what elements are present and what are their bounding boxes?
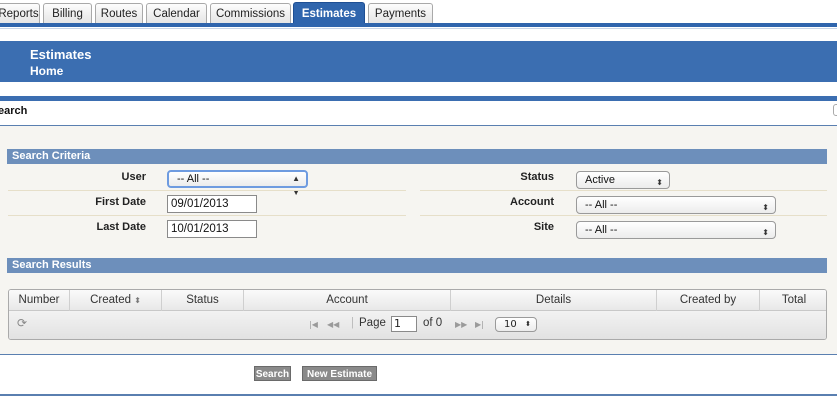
account-label: Account — [510, 196, 554, 208]
prev-page-icon[interactable]: ◀◀ — [327, 320, 339, 329]
search-results-header: Search Results — [7, 258, 827, 273]
page-size-value: 10 — [504, 319, 517, 330]
account-select[interactable]: -- All -- ⬍ — [576, 196, 776, 214]
row-divider — [420, 215, 827, 216]
account-select-value: -- All -- — [585, 199, 618, 211]
column-created-by[interactable]: Created by — [657, 290, 760, 311]
column-number[interactable]: Number — [9, 290, 70, 311]
divider — [0, 354, 837, 355]
site-select-value: -- All -- — [585, 224, 618, 236]
grid-pager: ⟳ |◀ ◀◀ | Page 1 of 0 ▶▶ ▶| 10 ⬍ — [9, 311, 826, 339]
search-criteria-header: Search Criteria — [7, 149, 827, 164]
tab-routes[interactable]: Routes — [95, 3, 143, 24]
site-select[interactable]: -- All -- ⬍ — [576, 221, 776, 239]
refresh-icon[interactable]: ⟳ — [17, 316, 27, 330]
column-created[interactable]: Created ⬍ — [70, 290, 162, 311]
updown-arrows-icon: ⬍ — [762, 228, 769, 237]
last-date-label: Last Date — [96, 221, 146, 233]
updown-arrows-icon: ⬍ — [525, 320, 531, 328]
tab-commissions[interactable]: Commissions — [210, 3, 291, 24]
page-count: of 0 — [423, 317, 443, 329]
first-date-label: First Date — [95, 196, 146, 208]
row-divider — [8, 190, 406, 191]
updown-arrows-icon: ⬍ — [656, 178, 663, 187]
row-divider — [420, 190, 827, 191]
column-total[interactable]: Total — [760, 290, 826, 311]
tab-reports[interactable]: Reports — [0, 3, 40, 24]
collapse-handle[interactable] — [833, 104, 837, 116]
status-select-value: Active — [585, 174, 615, 186]
status-select[interactable]: Active ⬍ — [576, 171, 670, 189]
column-status[interactable]: Status — [162, 290, 244, 311]
last-page-icon[interactable]: ▶| — [475, 320, 484, 329]
page-label: Page — [359, 317, 386, 329]
status-label: Status — [520, 171, 554, 183]
last-date-input[interactable]: 10/01/2013 — [167, 220, 257, 238]
header-divider — [0, 96, 837, 101]
site-label: Site — [533, 221, 554, 233]
tab-bar: Reports Billing Routes Calendar Commissi… — [0, 0, 837, 24]
first-page-icon[interactable]: |◀ — [309, 320, 318, 329]
results-grid: Number Created ⬍ Status Account Details … — [8, 289, 827, 340]
tab-payments[interactable]: Payments — [368, 3, 433, 24]
footer-divider — [0, 394, 837, 396]
pager-separator: | — [351, 317, 354, 329]
tab-estimates[interactable]: Estimates — [293, 2, 365, 24]
user-label: User — [121, 171, 146, 183]
column-account[interactable]: Account — [244, 290, 451, 311]
tab-calendar[interactable]: Calendar — [146, 3, 207, 24]
column-created-label: Created — [90, 294, 131, 306]
updown-arrows-icon: ⬍ — [762, 203, 769, 212]
tab-divider — [0, 28, 837, 29]
user-select[interactable]: -- All -- ▲ ▼ — [167, 170, 308, 197]
next-page-icon[interactable]: ▶▶ — [455, 320, 467, 329]
tab-underline — [0, 23, 837, 27]
column-details[interactable]: Details — [451, 290, 657, 311]
page-size-select[interactable]: 10 ⬍ — [495, 317, 537, 332]
search-heading: earch — [0, 105, 28, 117]
breadcrumb-home[interactable]: Home — [30, 64, 63, 78]
tab-billing[interactable]: Billing — [43, 3, 92, 24]
first-date-input[interactable]: 09/01/2013 — [167, 195, 257, 213]
row-divider — [8, 215, 406, 216]
search-button[interactable]: Search — [254, 366, 291, 381]
page-number-input[interactable]: 1 — [391, 316, 417, 332]
updown-arrows-icon: ▲ ▼ — [292, 174, 300, 197]
page-header: Estimates Home — [0, 41, 837, 82]
user-select-value: -- All -- — [177, 173, 210, 185]
new-estimate-button[interactable]: New Estimate — [302, 366, 377, 381]
grid-header: Number Created ⬍ Status Account Details … — [9, 290, 826, 311]
page-title: Estimates — [30, 47, 92, 62]
sort-icon: ⬍ — [134, 296, 141, 305]
